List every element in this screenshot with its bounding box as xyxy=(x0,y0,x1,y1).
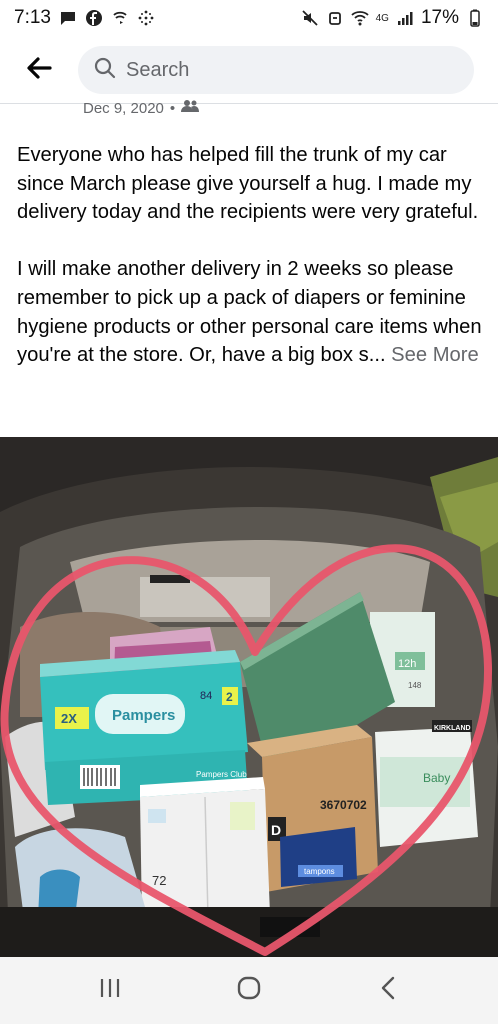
photo-label-148: 148 xyxy=(408,681,422,690)
meta-separator: • xyxy=(169,99,176,117)
post-date[interactable]: Dec 9, 2020 xyxy=(83,100,164,117)
network-type: 4G xyxy=(375,12,389,24)
recent-apps-icon xyxy=(98,977,122,1004)
photo-label-kirkland: KIRKLAND xyxy=(434,725,471,732)
mute-icon xyxy=(301,9,319,27)
post-meta: Dec 9, 2020 • xyxy=(83,98,200,118)
search-input[interactable] xyxy=(126,58,458,82)
post-body: Everyone who has helped fill the trunk o… xyxy=(17,141,485,370)
status-bar: 7:13 4G 17% xyxy=(0,0,498,36)
photo-label-baby: Baby xyxy=(423,771,450,785)
photo-label-pampers-club: Pampers Club xyxy=(196,770,247,779)
home-button[interactable] xyxy=(219,966,279,1016)
header-divider xyxy=(0,103,498,104)
search-icon xyxy=(94,57,116,84)
status-right: 4G 17% xyxy=(301,7,484,29)
battery-icon xyxy=(466,9,484,27)
photo-label-2x: 2X xyxy=(61,711,77,726)
home-icon xyxy=(236,975,262,1006)
wifi-icon xyxy=(350,9,369,27)
back-button[interactable] xyxy=(14,45,64,95)
chat-icon xyxy=(59,9,77,27)
photo-label-84: 84 xyxy=(200,690,212,702)
photo-label-72: 72 xyxy=(152,873,166,888)
group-icon xyxy=(181,99,200,117)
system-back-button[interactable] xyxy=(358,966,418,1016)
post-paragraph-2: I will make another delivery in 2 weeks … xyxy=(17,255,485,369)
clock: 7:13 xyxy=(14,7,51,28)
wifi-call-icon xyxy=(111,9,129,27)
see-more-link[interactable]: See More xyxy=(391,344,479,366)
post-paragraph-1: Everyone who has helped fill the trunk o… xyxy=(17,144,479,224)
back-chevron-icon xyxy=(379,975,397,1006)
recent-apps-button[interactable] xyxy=(80,966,140,1016)
alarm-icon xyxy=(326,9,344,27)
signal-icon xyxy=(396,9,414,27)
post-photo[interactable]: 12h 148 Pampers 2X 84 2 Pampers Club 367… xyxy=(0,437,498,957)
facebook-icon xyxy=(85,9,103,27)
arrow-left-icon xyxy=(26,56,52,85)
android-nav-bar xyxy=(0,957,498,1024)
photo-label-12h: 12h xyxy=(398,658,416,670)
photo-label-pampers: Pampers xyxy=(112,707,175,724)
photo-label-box-letter: D xyxy=(271,822,281,838)
photo-label-tampons: tampons xyxy=(304,867,335,876)
search-bar[interactable] xyxy=(78,46,474,94)
status-left: 7:13 xyxy=(14,7,155,29)
top-header xyxy=(0,40,498,100)
photo-label-box-number: 3670702 xyxy=(320,798,367,812)
photo-label-size: 2 xyxy=(226,690,233,704)
grid-dots-icon xyxy=(137,9,155,27)
battery-level: 17% xyxy=(420,7,459,28)
